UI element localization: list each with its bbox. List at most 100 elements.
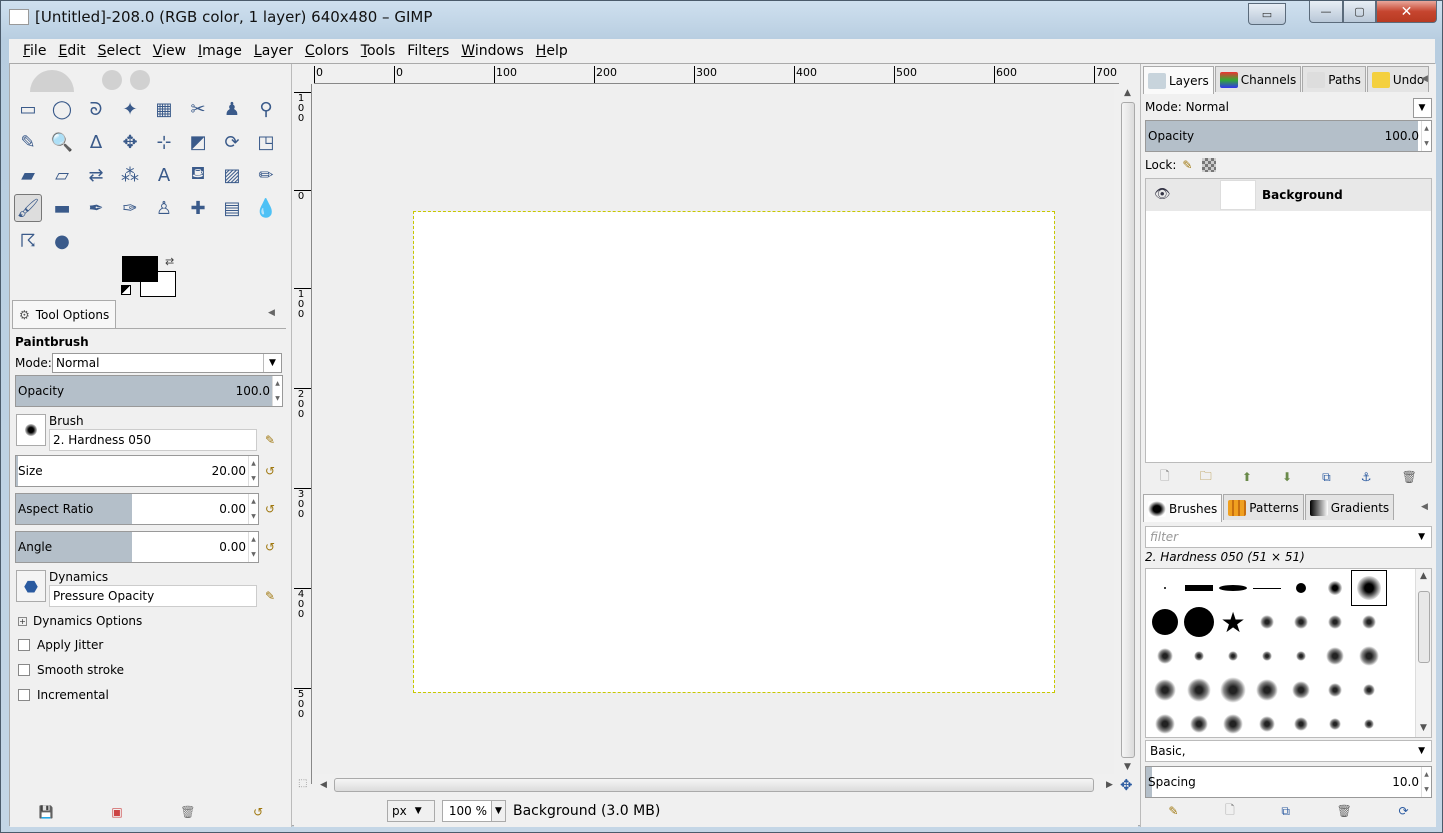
menu-filters[interactable]: Filters [401,43,455,59]
tab-gradients[interactable]: Gradients [1304,494,1395,520]
close-button[interactable]: ✕ [1376,1,1437,23]
brush-item[interactable] [1182,639,1216,673]
save-options-icon[interactable]: 💾 [39,805,54,819]
edit-brush-icon[interactable]: ✎ [1168,804,1178,818]
tab-paths[interactable]: Paths [1302,66,1366,92]
vertical-ruler[interactable]: 1 0 0 0 1 0 0 2 0 0 3 0 0 4 0 0 5 0 0 [294,84,312,784]
rect-select-tool-icon[interactable]: ▭ [14,95,42,123]
fuzzy-select-tool-icon[interactable]: ✦ [116,95,144,123]
brush-item[interactable] [1148,571,1182,605]
blur-tool-icon[interactable]: 💧 [252,194,280,222]
lock-alpha-icon[interactable] [1202,158,1217,172]
brush-item[interactable] [1148,639,1182,673]
reset-angle-icon[interactable]: ↺ [265,540,281,556]
scroll-up-icon[interactable]: ▲ [1420,571,1427,581]
lock-pixels-icon[interactable]: ✎ [1182,158,1196,172]
brush-item[interactable] [1250,639,1284,673]
measure-tool-icon[interactable]: ∆ [82,128,110,156]
reset-colors-icon[interactable] [121,285,131,295]
menu-edit[interactable]: Edit [52,43,91,59]
refresh-brushes-icon[interactable]: ⟳ [1399,804,1409,818]
spin-arrows-icon[interactable]: ▲ ▼ [248,456,258,486]
brush-tag-field[interactable]: Basic, ▼ [1145,740,1432,762]
raise-layer-icon[interactable]: ⬆ [1242,470,1252,484]
scroll-thumb[interactable] [1121,102,1135,758]
brush-item[interactable] [1352,707,1386,737]
tab-tool-options[interactable]: ⚙ Tool Options [12,300,116,328]
delete-layer-icon[interactable]: 🗑 [1402,470,1417,484]
horizontal-ruler[interactable]: 0 0 100 200 300 400 500 600 700 [314,66,1119,84]
apply-jitter-checkbox[interactable]: Apply Jitter [18,638,103,652]
dynamics-name-field[interactable]: Pressure Opacity [49,585,257,607]
menu-file[interactable]: File [17,43,52,59]
lower-layer-icon[interactable]: ⬇ [1282,470,1292,484]
color-picker-tool-icon[interactable]: ✎ [14,128,42,156]
scroll-left-icon[interactable]: ◀ [320,780,327,790]
scale-tool-icon[interactable]: ◳ [252,128,280,156]
mode-combo[interactable]: Normal ▼ [52,353,282,373]
brush-item[interactable] [1318,673,1352,707]
pencil-tool-icon[interactable]: ✏ [252,161,280,189]
brush-grid[interactable]: ▲ ▼ ★ [1145,568,1432,738]
quick-mask-icon[interactable]: ⬚ [298,778,307,789]
perspective-tool-icon[interactable]: ▱ [48,161,76,189]
brush-item[interactable] [1284,605,1318,639]
paintbrush-tool-icon[interactable]: 🖌 [14,194,42,222]
clone-tool-icon[interactable]: ♙ [150,194,178,222]
brush-item[interactable] [1250,605,1284,639]
brush-item[interactable] [1284,673,1318,707]
title-bar[interactable]: [Untitled]-208.0 (RGB color, 1 layer) 64… [1,1,1442,35]
free-select-tool-icon[interactable]: ᘐ [82,95,110,123]
scroll-thumb[interactable] [1418,591,1430,663]
duplicate-brush-icon[interactable]: ⧉ [1281,804,1290,819]
brush-item[interactable]: ★ [1216,605,1250,639]
crop-tool-icon[interactable]: ◩ [184,128,212,156]
brush-item[interactable] [1182,673,1216,707]
brush-item[interactable] [1148,605,1182,639]
spin-arrows-icon[interactable]: ▲ ▼ [248,494,258,524]
reset-options-icon[interactable]: ↺ [253,805,263,819]
aspect-ratio-spin[interactable]: Aspect Ratio 0.00 ▲ ▼ [15,493,259,525]
angle-spin[interactable]: Angle 0.00 ▲ ▼ [15,531,259,563]
image-canvas[interactable] [413,211,1055,693]
brush-item[interactable] [1250,673,1284,707]
tab-channels[interactable]: Channels [1214,66,1302,92]
dynamics-options-expander[interactable]: + Dynamics Options [18,614,142,628]
text-tool-icon[interactable]: A [150,161,178,189]
navigate-icon[interactable]: ✥ [1120,776,1133,794]
scroll-thumb[interactable] [334,778,1094,792]
scroll-up-icon[interactable]: ▲ [1124,88,1131,98]
tab-brushes[interactable]: Brushes [1143,494,1223,522]
foreground-color-swatch[interactable] [122,256,158,282]
menu-help[interactable]: Help [530,43,574,59]
layer-opacity-spin[interactable]: Opacity 100.0 ▲ ▼ [1145,120,1432,152]
tab-menu-icon[interactable]: ◀ [1421,502,1428,512]
scissors-select-tool-icon[interactable]: ✂ [184,95,212,123]
layers-mode-combo[interactable]: ▼ [1413,98,1432,118]
move-tool-icon[interactable]: ✥ [116,128,144,156]
brush-item[interactable] [1216,639,1250,673]
brush-item[interactable] [1216,673,1250,707]
anchor-layer-icon[interactable]: ⚓ [1361,470,1372,484]
edit-brush-icon[interactable]: ✎ [265,433,281,449]
edit-dynamics-icon[interactable]: ✎ [265,589,281,605]
brush-item[interactable] [1352,605,1386,639]
brush-filter-input[interactable]: filter ▼ [1145,526,1432,548]
alignment-tool-icon[interactable]: ⊹ [150,128,178,156]
brush-item[interactable] [1182,571,1216,605]
brush-item[interactable] [1216,571,1250,605]
scroll-down-icon[interactable]: ▼ [1420,723,1427,733]
delete-brush-icon[interactable]: 🗑 [1337,804,1352,818]
brush-item[interactable] [1318,605,1352,639]
dodge-burn-tool-icon[interactable]: ● [48,227,76,255]
brush-item[interactable] [1182,707,1216,737]
brush-item[interactable] [1148,673,1182,707]
canvas-background[interactable] [314,86,1114,774]
paths-tool-icon[interactable]: ⚲ [252,95,280,123]
brush-item[interactable] [1318,571,1352,605]
layers-list[interactable]: 👁 Background [1145,178,1432,463]
tab-patterns[interactable]: Patterns [1223,494,1304,520]
ink-tool-icon[interactable]: ✑ [116,194,144,222]
menu-view[interactable]: View [147,43,192,59]
scroll-right-icon[interactable]: ▶ [1106,780,1113,790]
